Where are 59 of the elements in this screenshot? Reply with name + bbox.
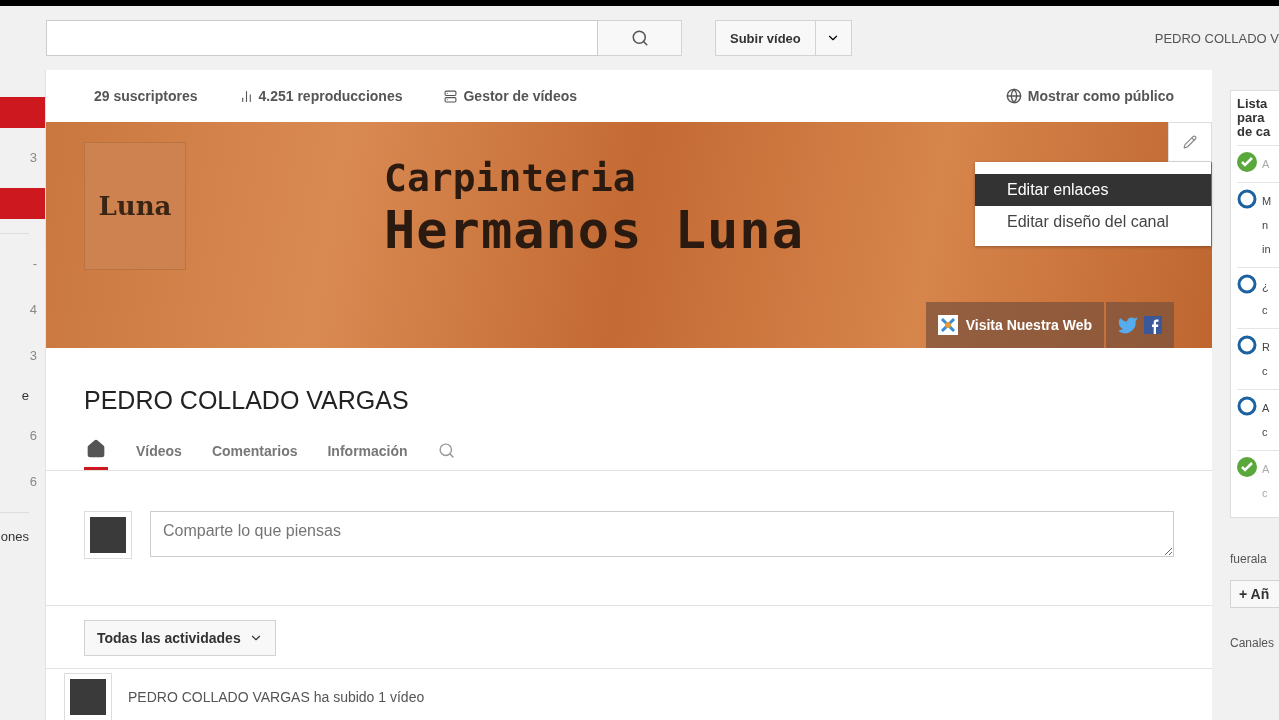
website-link[interactable]: Visita Nuestra Web	[925, 302, 1104, 348]
channel-tab[interactable]: Vídeos	[134, 443, 184, 470]
checklist-text: A	[1262, 157, 1270, 172]
checklist-text: A	[1262, 462, 1270, 477]
pencil-icon	[1183, 135, 1197, 149]
twitter-icon[interactable]	[1118, 315, 1138, 335]
channel-name: PEDRO COLLADO VARGAS	[84, 386, 410, 415]
checklist-title: Lista para de ca	[1237, 97, 1272, 141]
checklist-text: n	[1262, 218, 1270, 233]
checklist-text: c	[1262, 486, 1269, 501]
subscriber-count: 29 suscriptores	[94, 88, 198, 104]
sidebar-count: 6	[28, 473, 38, 491]
channel-tab[interactable]: Comentarios	[209, 443, 300, 470]
list-icon	[444, 89, 458, 103]
banner-title: Carpinteria	[384, 156, 637, 200]
user-label: fuerala	[1230, 552, 1268, 566]
banner-title: Hermanos Luna	[384, 200, 804, 260]
home-tab[interactable]	[84, 439, 108, 470]
channel-tab[interactable]: Información	[325, 443, 410, 470]
channels-label: Canales	[1230, 636, 1276, 650]
checklist-text: c	[1262, 364, 1269, 379]
activity-filter[interactable]: Todas las actividades	[84, 620, 276, 656]
public-view-link[interactable]: Mostrar como público	[1005, 88, 1174, 104]
sidebar-label[interactable]: e	[0, 386, 45, 406]
menu-item[interactable]: Editar diseño del canal	[975, 206, 1211, 238]
sidebar-label[interactable]: ones	[0, 527, 45, 547]
search-icon	[437, 442, 455, 459]
avatar	[84, 511, 132, 559]
upload-menu-button[interactable]	[815, 20, 852, 56]
checklist-text: c	[1262, 425, 1269, 440]
search-button[interactable]	[598, 20, 682, 56]
checklist-text: c	[1262, 303, 1269, 318]
video-manager-link[interactable]: Gestor de vídeos	[444, 88, 578, 104]
checklist-text: ¿	[1262, 279, 1269, 294]
sidebar-count: 3	[28, 347, 38, 365]
checklist-text: A	[1262, 401, 1270, 416]
user-name[interactable]: PEDRO COLLADO V	[1154, 30, 1279, 46]
facebook-icon[interactable]	[1144, 316, 1162, 334]
add-button[interactable]: + Añ	[1230, 580, 1279, 608]
share-field[interactable]: Comparte lo que piensas	[150, 511, 1174, 557]
checklist-text: in	[1262, 242, 1272, 257]
checklist-text: R	[1262, 340, 1270, 355]
search-field[interactable]	[46, 20, 598, 56]
sidebar-count: 6	[28, 427, 38, 445]
bar-chart-icon	[239, 89, 253, 103]
sidebar-count: 4	[28, 301, 38, 319]
edit-button[interactable]	[1168, 122, 1212, 162]
upload-button[interactable]: Subir vídeo	[715, 20, 816, 56]
activity-text: PEDRO COLLADO VARGAS ha subido 1 vídeo	[128, 689, 425, 705]
logo-text: Luna	[98, 191, 172, 221]
sidebar-count: -	[31, 255, 38, 273]
menu-item[interactable]: Editar enlaces	[975, 174, 1211, 206]
home-icon	[86, 439, 106, 459]
view-count: 4.251 reproducciones	[239, 88, 403, 104]
website-icon	[937, 315, 958, 335]
search-icon	[630, 29, 649, 47]
checklist-text: M	[1262, 194, 1272, 209]
globe-icon	[1005, 88, 1022, 104]
sidebar-count: 3	[28, 149, 38, 167]
